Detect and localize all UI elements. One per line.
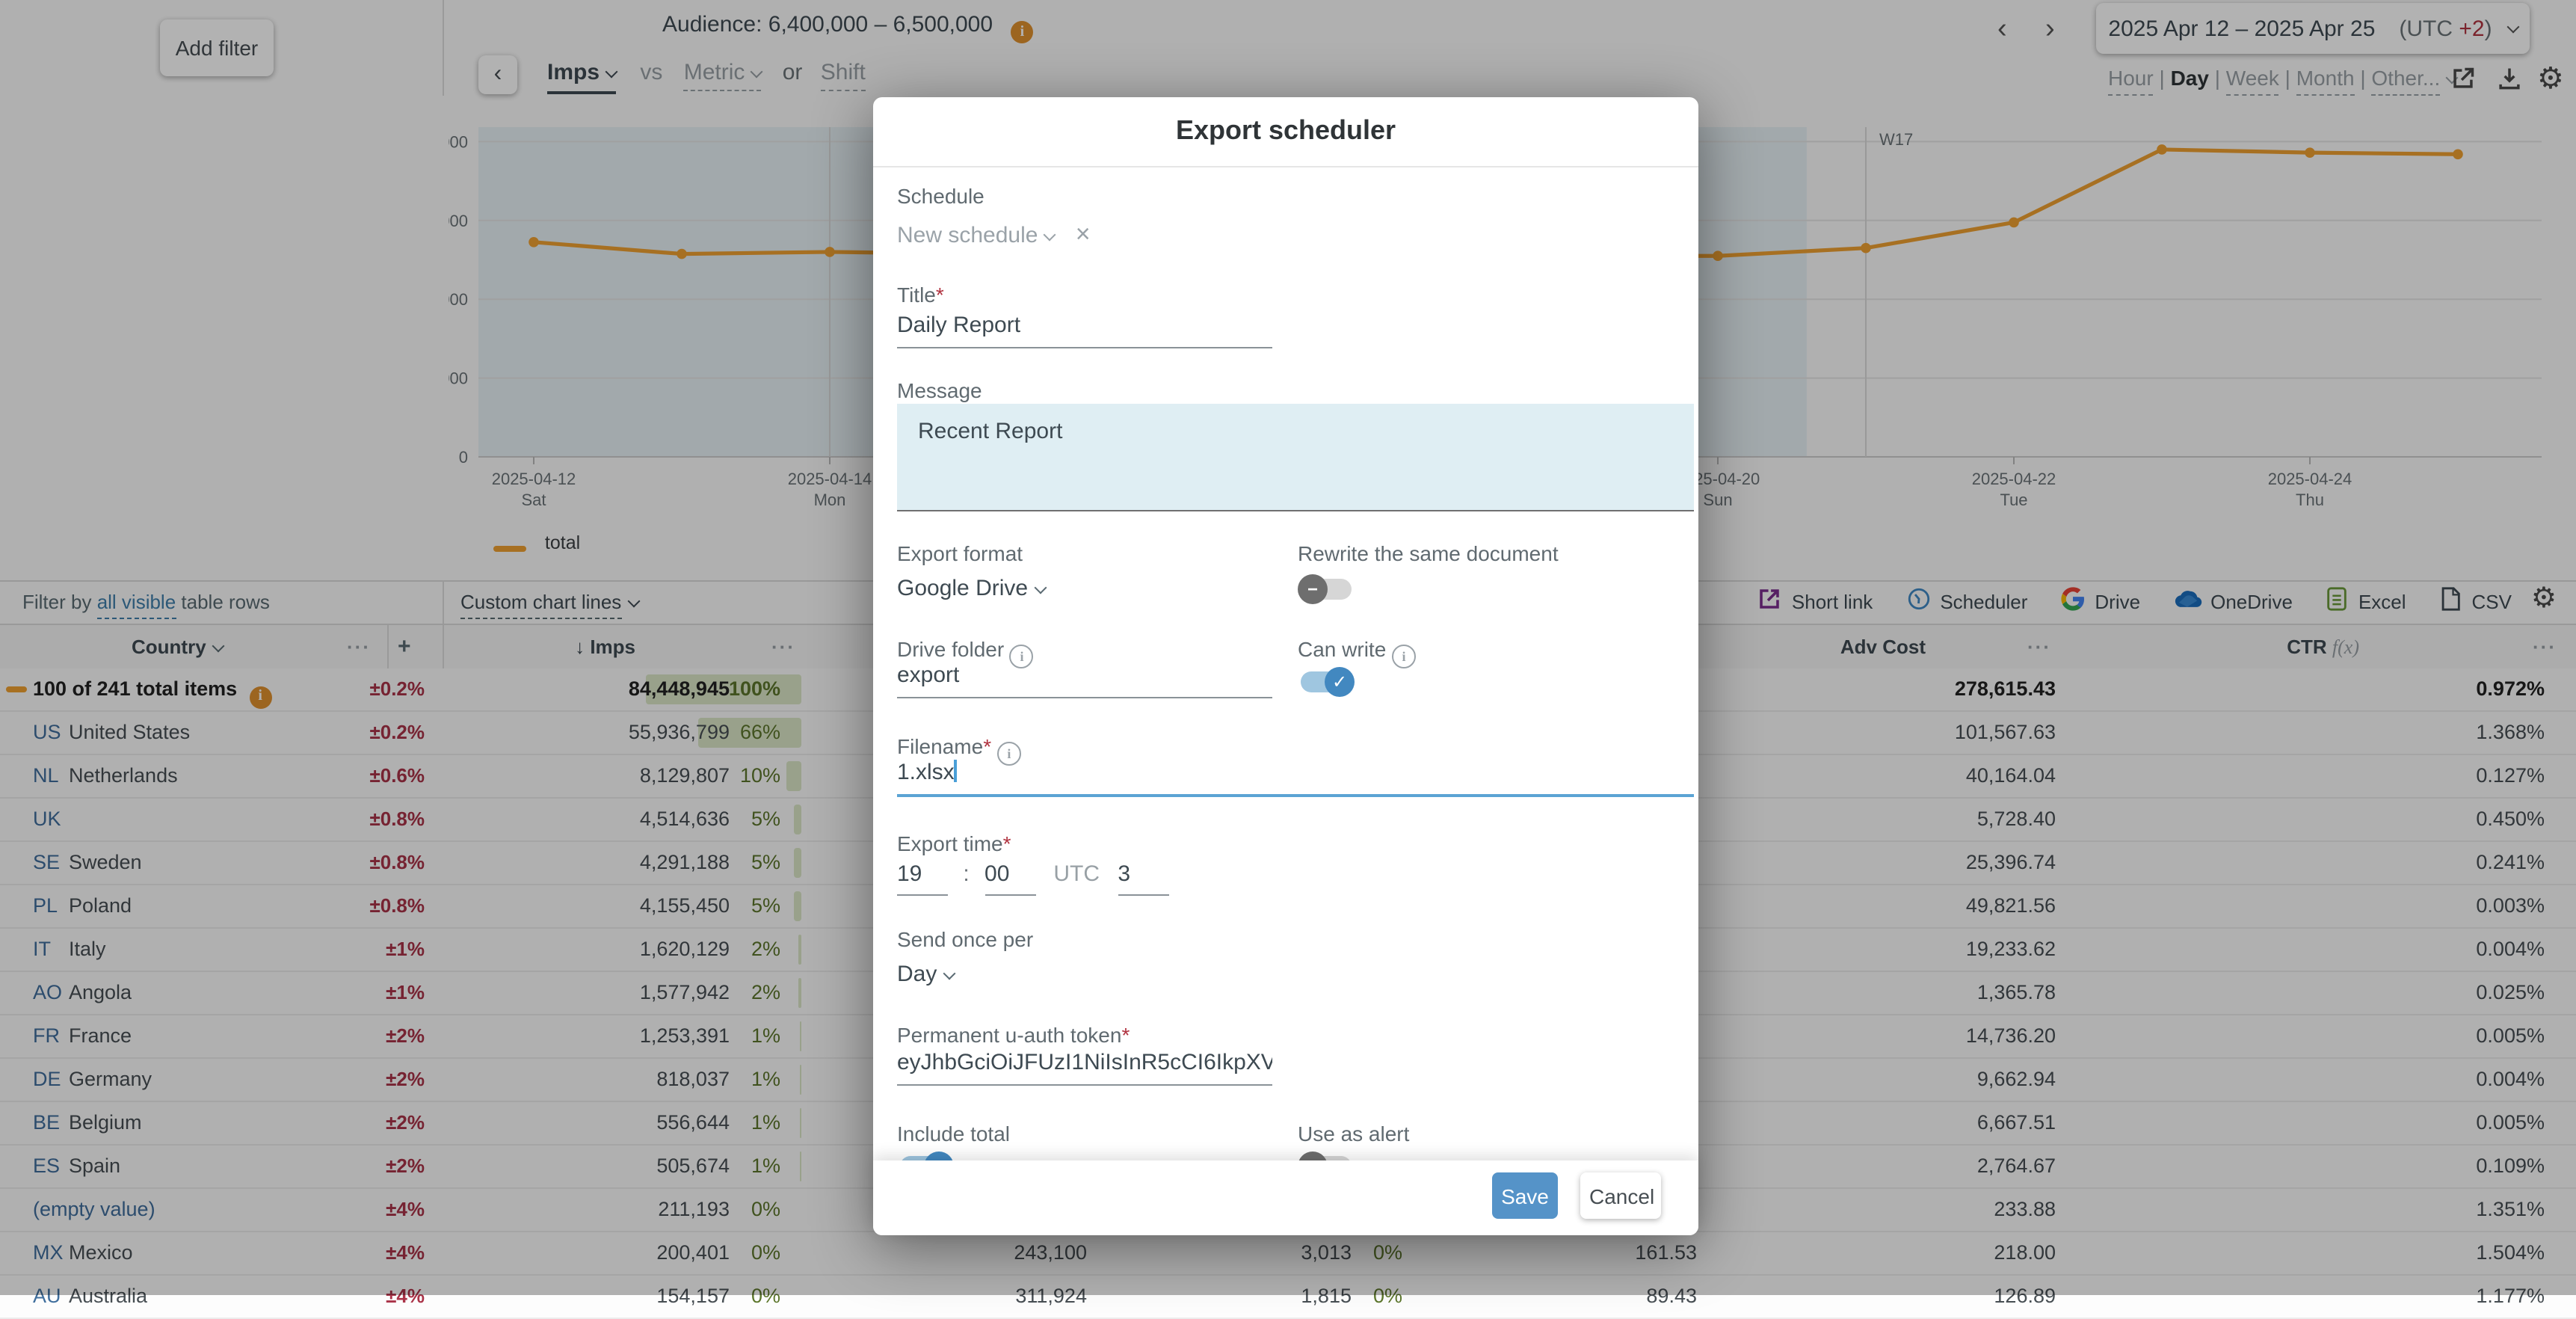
send-once-select[interactable]: Day xyxy=(897,962,953,987)
utc-label: UTC xyxy=(1053,861,1100,887)
rewrite-toggle[interactable]: − xyxy=(1301,579,1352,600)
message-textarea[interactable]: Recent Report xyxy=(897,404,1694,511)
drive-folder-input[interactable]: export xyxy=(897,662,1272,698)
can-write-toggle-knob: ✓ xyxy=(1325,667,1355,697)
export-format-label: Export format xyxy=(897,541,1023,565)
minute-input[interactable]: 00 xyxy=(985,861,1035,896)
export-time-label: Export time* xyxy=(897,831,1011,855)
cancel-button[interactable]: Cancel xyxy=(1580,1172,1661,1219)
rewrite-toggle-knob: − xyxy=(1298,574,1328,604)
message-label: Message xyxy=(897,378,982,402)
use-alert-label: Use as alert xyxy=(1298,1122,1409,1146)
hour-input[interactable]: 19 xyxy=(897,861,948,896)
schedule-clear-icon[interactable]: × xyxy=(1076,220,1091,248)
export-time-fields: 19 : 00 UTC 3 xyxy=(897,861,1168,896)
utc-offset-input[interactable]: 3 xyxy=(1118,861,1168,896)
can-write-label: Can write i xyxy=(1298,637,1416,668)
filename-input[interactable]: 1.xlsx xyxy=(897,760,1694,797)
token-input[interactable]: eyJhbGciOiJFUzI1NiIsInR5cCI6IkpXVC xyxy=(897,1050,1272,1086)
schedule-label: Schedule xyxy=(897,184,985,208)
modal-title: Export scheduler xyxy=(873,115,1698,147)
token-label: Permanent u-auth token* xyxy=(897,1023,1130,1047)
can-write-toggle[interactable]: ✓ xyxy=(1301,671,1352,692)
include-total-label: Include total xyxy=(897,1122,1010,1146)
can-write-info-icon[interactable]: i xyxy=(1392,645,1416,668)
title-input[interactable]: Daily Report xyxy=(897,313,1272,348)
rewrite-label: Rewrite the same document xyxy=(1298,541,1559,565)
title-label: Title* xyxy=(897,283,944,307)
app-root: Add filter Audience: 6,400,000 – 6,500,0… xyxy=(0,0,2576,1295)
export-scheduler-modal: Export scheduler Schedule New schedule ×… xyxy=(873,97,1698,1235)
modal-footer: Save Cancel xyxy=(873,1160,1698,1235)
text-cursor xyxy=(955,760,957,782)
schedule-select[interactable]: New schedule × xyxy=(897,220,1091,250)
export-format-select[interactable]: Google Drive xyxy=(897,576,1044,601)
save-button[interactable]: Save xyxy=(1492,1172,1558,1219)
send-once-label: Send once per xyxy=(897,927,1033,951)
